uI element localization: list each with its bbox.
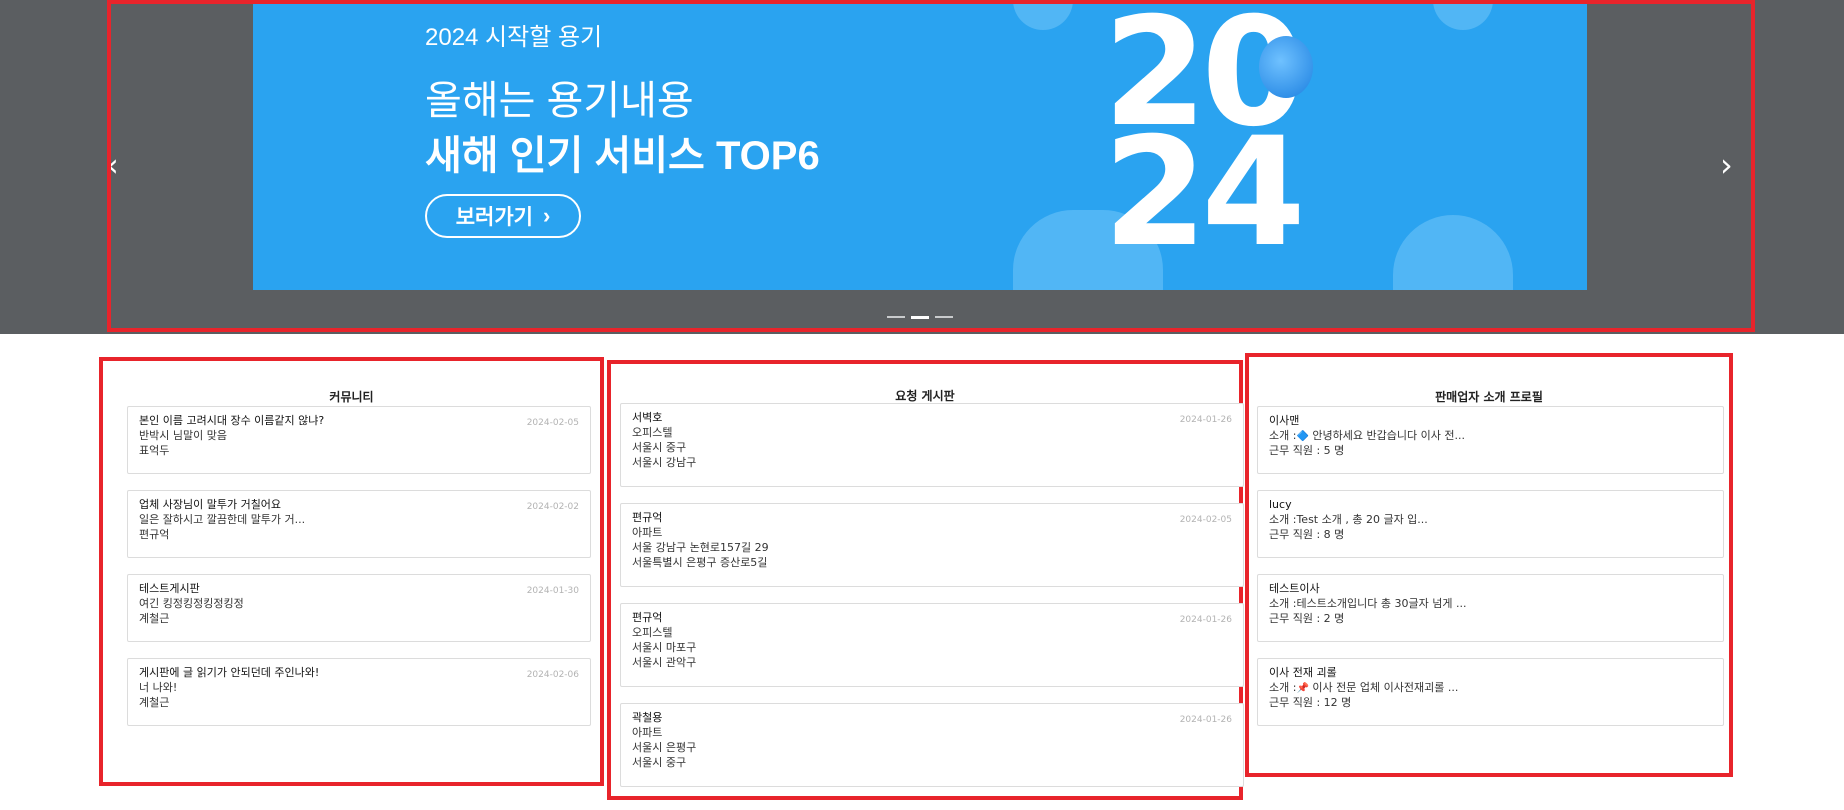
post-title: 게시판에 글 읽기가 안되던데 주인나와!	[139, 666, 320, 679]
seller-profile-panel: 판매업자 소개 프로필 이사맨 소개 :🔷 안녕하세요 반갑습니다 이사 전..…	[1245, 353, 1733, 777]
post-title: 테스트게시판	[139, 582, 200, 595]
community-post[interactable]: 업체 사장님이 말투가 거칠어요 일은 잘하시고 깔끔한데 말투가 거... 편…	[127, 490, 591, 558]
request-date: 2024-01-26	[1179, 615, 1232, 625]
community-post[interactable]: 테스트게시판 여긴 킹정킹정킹정킹정 계철근 2024-01-30	[127, 574, 591, 642]
request-item[interactable]: 편규억 아파트 서울 강남구 논현로157길 29 서울특별시 은평구 증산로5…	[620, 503, 1244, 587]
post-title: 본인 이름 고려시대 장수 이름같지 않냐?	[139, 414, 325, 427]
request-type: 오피스텔	[632, 626, 673, 639]
post-excerpt: 반박시 님말이 맞음	[139, 429, 227, 442]
request-from: 서울시 마포구	[632, 641, 697, 654]
carousel-highlight-frame	[107, 0, 1755, 332]
pin-icon: 📌	[1296, 683, 1309, 694]
seller-intro-text: 안녕하세요 반갑습니다 이사 전...	[1308, 429, 1465, 442]
seller-intro-prefix: 소개 :	[1269, 681, 1297, 694]
seller-intro-prefix: 소개 :	[1269, 429, 1297, 442]
post-excerpt: 여긴 킹정킹정킹정킹정	[139, 597, 244, 610]
request-type: 아파트	[632, 726, 663, 739]
request-date: 2024-02-05	[1179, 515, 1232, 525]
seller-intro: 소개 :📌 이사 전문 업체 이사전재괴롤 ...	[1269, 681, 1458, 696]
seller-staff: 근무 직원 : 12 명	[1269, 696, 1352, 709]
post-excerpt: 너 나와!	[139, 681, 178, 694]
seller-intro: 소개 :Test 소개 , 총 20 글자 입...	[1269, 513, 1428, 527]
seller-card[interactable]: 이사 전재 괴롤 소개 :📌 이사 전문 업체 이사전재괴롤 ... 근무 직원…	[1257, 658, 1724, 726]
request-to: 서울시 중구	[632, 756, 687, 769]
seller-staff: 근무 직원 : 5 명	[1269, 444, 1345, 457]
post-date: 2024-01-30	[526, 586, 579, 596]
community-panel: 커뮤니티 본인 이름 고려시대 장수 이름같지 않냐? 반박시 님말이 맞음 표…	[99, 357, 604, 786]
request-to: 서울시 관악구	[632, 656, 697, 669]
request-from: 서울 강남구 논현로157길 29	[632, 541, 769, 554]
seller-intro-text: 테스트소개입니다 총 30글자 넘게 ...	[1296, 597, 1467, 610]
request-name: 편규억	[632, 511, 663, 524]
request-name: 편규억	[632, 611, 663, 624]
request-type: 아파트	[632, 526, 663, 539]
request-name: 곽철용	[632, 711, 663, 724]
seller-card[interactable]: 테스트이사 소개 :테스트소개입니다 총 30글자 넘게 ... 근무 직원 :…	[1257, 574, 1724, 642]
post-author: 표억두	[139, 444, 170, 457]
seller-intro: 소개 :테스트소개입니다 총 30글자 넘게 ...	[1269, 597, 1467, 611]
post-date: 2024-02-02	[526, 502, 579, 512]
post-excerpt: 일은 잘하시고 깔끔한데 말투가 거...	[139, 513, 306, 526]
post-author: 계철근	[139, 696, 170, 709]
request-from: 서울시 중구	[632, 441, 687, 454]
post-author: 편규억	[139, 528, 170, 541]
seller-intro-text: 이사 전문 업체 이사전재괴롤 ...	[1308, 681, 1459, 694]
request-to: 서울특별시 은평구 증산로5길	[632, 556, 768, 569]
request-board-title: 요청 게시판	[895, 389, 955, 403]
request-date: 2024-01-26	[1179, 715, 1232, 725]
seller-card[interactable]: 이사맨 소개 :🔷 안녕하세요 반갑습니다 이사 전... 근무 직원 : 5 …	[1257, 406, 1724, 474]
request-name: 서벽호	[632, 411, 663, 424]
request-board-panel: 요청 게시판 서벽호 오피스텔 서울시 중구 서울시 강남구 2024-01-2…	[607, 360, 1244, 800]
community-post[interactable]: 본인 이름 고려시대 장수 이름같지 않냐? 반박시 님말이 맞음 표억두 20…	[127, 406, 591, 474]
request-to: 서울시 강남구	[632, 456, 697, 469]
post-date: 2024-02-06	[526, 670, 579, 680]
seller-name: lucy	[1269, 498, 1292, 511]
seller-intro: 소개 :🔷 안녕하세요 반갑습니다 이사 전...	[1269, 429, 1465, 444]
diamond-icon: 🔷	[1296, 431, 1309, 442]
request-type: 오피스텔	[632, 426, 673, 439]
seller-name: 이사맨	[1269, 414, 1300, 427]
request-item[interactable]: 편규억 오피스텔 서울시 마포구 서울시 관악구 2024-01-26	[620, 603, 1244, 687]
seller-staff: 근무 직원 : 2 명	[1269, 612, 1345, 625]
seller-intro-text: Test 소개 , 총 20 글자 입...	[1296, 513, 1428, 526]
community-title: 커뮤니티	[329, 390, 374, 404]
post-author: 계철근	[139, 612, 170, 625]
request-item[interactable]: 곽철용 아파트 서울시 은평구 서울시 중구 2024-01-26	[620, 703, 1244, 787]
post-date: 2024-02-05	[526, 418, 579, 428]
seller-intro-prefix: 소개 :	[1269, 513, 1297, 526]
seller-name: 이사 전재 괴롤	[1269, 666, 1337, 679]
seller-staff: 근무 직원 : 8 명	[1269, 528, 1345, 541]
seller-profile-title: 판매업자 소개 프로필	[1435, 390, 1543, 404]
request-date: 2024-01-26	[1179, 415, 1232, 425]
community-post[interactable]: 게시판에 글 읽기가 안되던데 주인나와! 너 나와! 계철근 2024-02-…	[127, 658, 591, 726]
request-item[interactable]: 서벽호 오피스텔 서울시 중구 서울시 강남구 2024-01-26	[620, 403, 1244, 487]
seller-name: 테스트이사	[1269, 582, 1320, 595]
request-from: 서울시 은평구	[632, 741, 697, 754]
post-title: 업체 사장님이 말투가 거칠어요	[139, 498, 282, 511]
seller-intro-prefix: 소개 :	[1269, 597, 1297, 610]
seller-card[interactable]: lucy 소개 :Test 소개 , 총 20 글자 입... 근무 직원 : …	[1257, 490, 1724, 558]
